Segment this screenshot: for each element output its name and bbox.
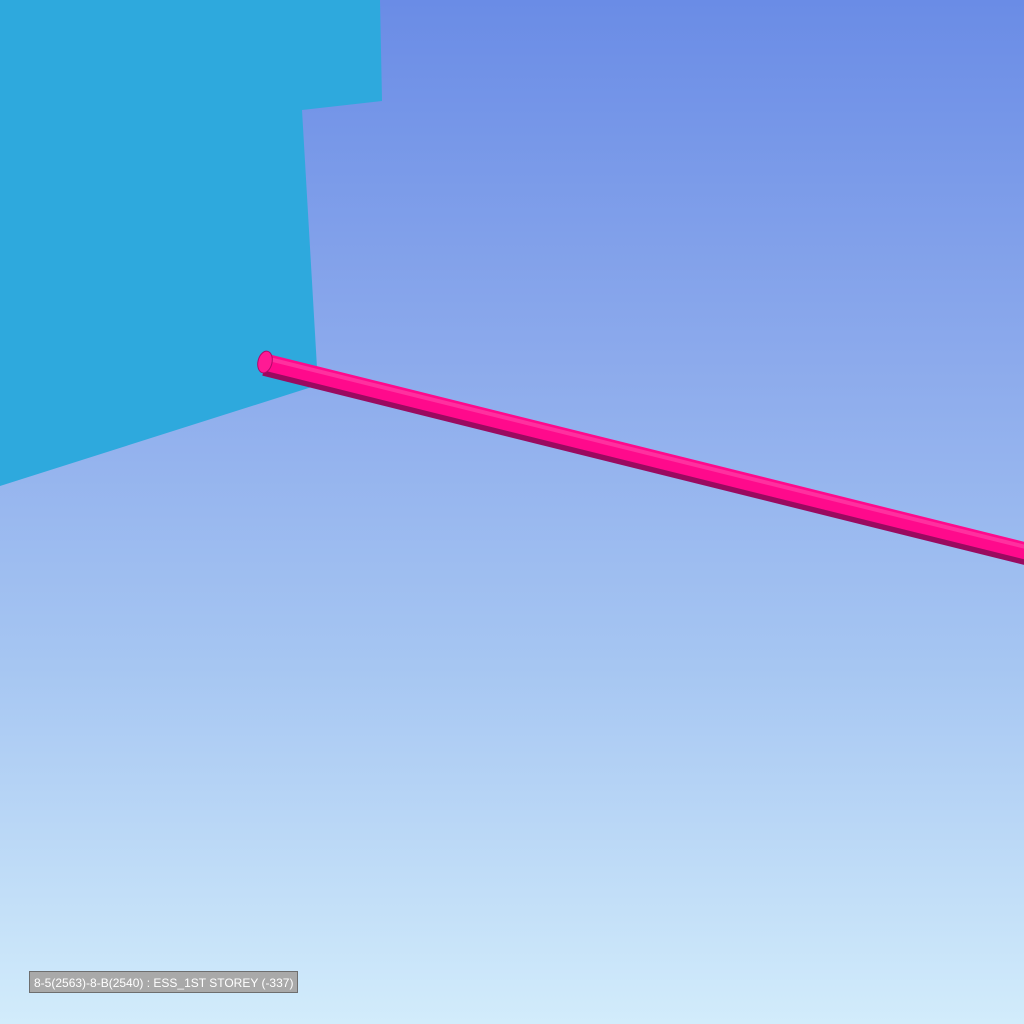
wall-surface[interactable] [0, 0, 382, 486]
selection-status-label: 8-5(2563)-8-B(2540) : ESS_1ST STOREY (-3… [29, 971, 299, 993]
pipe-segment[interactable] [256, 350, 1024, 565]
3d-viewport[interactable]: 8-5(2563)-8-B(2540) : ESS_1ST STOREY (-3… [0, 0, 1024, 1024]
model-scene[interactable] [0, 0, 1024, 1024]
